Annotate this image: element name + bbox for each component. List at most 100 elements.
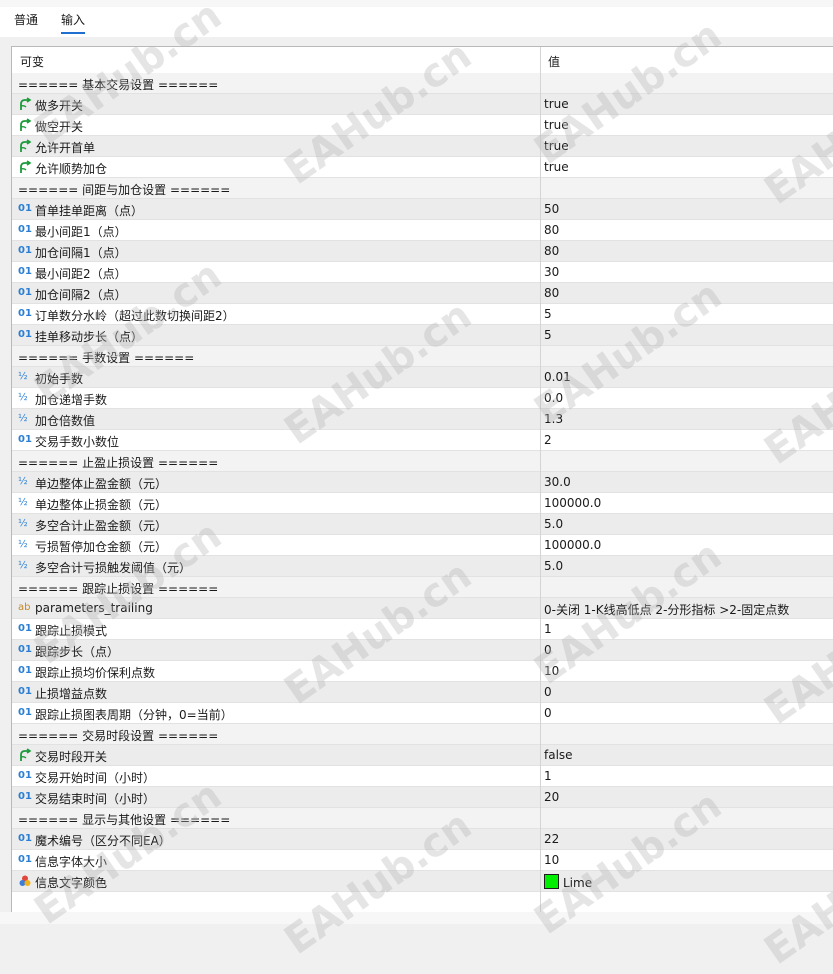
row-value[interactable]: 10 bbox=[544, 853, 559, 867]
table-row[interactable]: 01 交易手数小数位 2 bbox=[12, 430, 833, 451]
row-variable-name: 跟踪止损图表周期（分钟，0=当前） bbox=[35, 708, 233, 722]
row-variable-name: ====== 交易时段设置 ====== bbox=[18, 729, 219, 743]
table-row[interactable]: ½ 单边整体止损金额（元） 100000.0 bbox=[12, 493, 833, 514]
row-value[interactable]: 0 bbox=[544, 685, 552, 699]
table-row[interactable]: ½ 加仓倍数值 1.3 bbox=[12, 409, 833, 430]
decimal-icon: ½ bbox=[18, 539, 28, 550]
table-row[interactable]: ab parameters_trailing 0-关闭 1-K线高低点 2-分形指标… bbox=[12, 598, 833, 619]
table-header: 可变 值 bbox=[12, 47, 833, 74]
row-value[interactable]: 5 bbox=[544, 307, 552, 321]
table-row[interactable]: 01 加仓间隔1（点） 80 bbox=[12, 241, 833, 262]
table-row[interactable]: 01 挂单移动步长（点） 5 bbox=[12, 325, 833, 346]
table-row[interactable]: 01 止损增益点数 0 bbox=[12, 682, 833, 703]
row-value[interactable]: 50 bbox=[544, 202, 559, 216]
table-row[interactable]: ½ 多空合计亏损触发阈值（元） 5.0 bbox=[12, 556, 833, 577]
row-value[interactable]: 5.0 bbox=[544, 559, 563, 573]
row-value[interactable]: 5 bbox=[544, 328, 552, 342]
table-row[interactable]: 01 最小间距2（点） 30 bbox=[12, 262, 833, 283]
column-header-value[interactable]: 值 bbox=[548, 53, 560, 70]
row-variable-name: 最小间距1（点） bbox=[35, 225, 127, 239]
table-row[interactable]: 做多开关 true bbox=[12, 94, 833, 115]
column-header-variable[interactable]: 可变 bbox=[20, 53, 44, 70]
row-value[interactable]: 1.3 bbox=[544, 412, 563, 426]
row-value[interactable]: 30 bbox=[544, 265, 559, 279]
row-value[interactable]: 80 bbox=[544, 244, 559, 258]
table-row[interactable]: 01 跟踪步长（点） 0 bbox=[12, 640, 833, 661]
table-row[interactable]: 01 首单挂单距离（点） 50 bbox=[12, 199, 833, 220]
table-row[interactable]: 01 交易开始时间（小时） 1 bbox=[12, 766, 833, 787]
section-separator-row[interactable]: ====== 交易时段设置 ====== bbox=[12, 724, 833, 745]
row-value[interactable]: 2 bbox=[544, 433, 552, 447]
integer-icon: 01 bbox=[18, 266, 32, 277]
row-value[interactable]: 1 bbox=[544, 622, 552, 636]
toggle-icon bbox=[18, 748, 32, 762]
row-value[interactable]: 1 bbox=[544, 769, 552, 783]
table-row[interactable]: 信息文字颜色 Lime bbox=[12, 871, 833, 892]
table-row[interactable]: 01 交易结束时间（小时） 20 bbox=[12, 787, 833, 808]
row-value[interactable]: 10 bbox=[544, 664, 559, 678]
section-separator-row[interactable]: ====== 止盈止损设置 ====== bbox=[12, 451, 833, 472]
table-row[interactable]: 01 跟踪止损均价保利点数 10 bbox=[12, 661, 833, 682]
section-separator-row[interactable]: ====== 基本交易设置 ====== bbox=[12, 73, 833, 94]
row-value[interactable]: 0 bbox=[544, 643, 552, 657]
column-divider[interactable] bbox=[540, 47, 541, 913]
row-value[interactable]: 80 bbox=[544, 286, 559, 300]
integer-icon: 01 bbox=[18, 623, 32, 634]
color-palette-icon bbox=[18, 874, 32, 888]
table-row[interactable]: 01 最小间距1（点） 80 bbox=[12, 220, 833, 241]
row-variable-name: 信息文字颜色 bbox=[35, 876, 108, 890]
section-separator-row[interactable]: ====== 跟踪止损设置 ====== bbox=[12, 577, 833, 598]
table-row[interactable]: 交易时段开关 false bbox=[12, 745, 833, 766]
row-value[interactable]: true bbox=[544, 118, 569, 132]
table-row[interactable]: ½ 亏损暂停加仓金额（元） 100000.0 bbox=[12, 535, 833, 556]
color-swatch[interactable] bbox=[544, 874, 559, 889]
row-variable-name: 多空合计亏损触发阈值（元） bbox=[35, 561, 192, 575]
row-value[interactable]: 30.0 bbox=[544, 475, 571, 489]
row-variable-name: ====== 止盈止损设置 ====== bbox=[18, 456, 219, 470]
decimal-icon: ½ bbox=[18, 371, 28, 382]
row-variable-name: 交易开始时间（小时） bbox=[35, 771, 156, 785]
table-row[interactable]: 允许开首单 true bbox=[12, 136, 833, 157]
table-row[interactable]: 01 加仓间隔2（点） 80 bbox=[12, 283, 833, 304]
table-row[interactable]: 01 信息字体大小 10 bbox=[12, 850, 833, 871]
row-value[interactable]: true bbox=[544, 139, 569, 153]
table-row[interactable]: 01 跟踪止损图表周期（分钟，0=当前） 0 bbox=[12, 703, 833, 724]
row-variable-name: 跟踪止损模式 bbox=[35, 624, 108, 638]
table-row[interactable]: ½ 初始手数 0.01 bbox=[12, 367, 833, 388]
row-value[interactable]: 20 bbox=[544, 790, 559, 804]
row-variable-name: 做多开关 bbox=[35, 99, 84, 113]
table-row[interactable]: 允许顺势加仓 true bbox=[12, 157, 833, 178]
row-value[interactable]: Lime bbox=[544, 874, 592, 890]
table-row[interactable]: 01 订单数分水岭（超过此数切换间距2） 5 bbox=[12, 304, 833, 325]
row-value[interactable]: 0-关闭 1-K线高低点 2-分形指标 >2-固定点数 bbox=[544, 601, 789, 618]
section-separator-row[interactable]: ====== 手数设置 ====== bbox=[12, 346, 833, 367]
row-value[interactable]: 22 bbox=[544, 832, 559, 846]
row-variable-name: ====== 间距与加仓设置 ====== bbox=[18, 183, 231, 197]
row-value[interactable]: 0.0 bbox=[544, 391, 563, 405]
table-row[interactable]: ½ 加仓递增手数 0.0 bbox=[12, 388, 833, 409]
row-value[interactable]: 5.0 bbox=[544, 517, 563, 531]
row-value[interactable]: false bbox=[544, 748, 573, 762]
row-value[interactable]: 0 bbox=[544, 706, 552, 720]
table-row[interactable]: ½ 多空合计止盈金额（元） 5.0 bbox=[12, 514, 833, 535]
row-value[interactable]: 100000.0 bbox=[544, 496, 601, 510]
row-value[interactable]: 100000.0 bbox=[544, 538, 601, 552]
row-variable-name: ====== 显示与其他设置 ====== bbox=[18, 813, 231, 827]
table-row[interactable]: ½ 单边整体止盈金额（元） 30.0 bbox=[12, 472, 833, 493]
row-value[interactable]: 0.01 bbox=[544, 370, 571, 384]
row-variable-name: 允许顺势加仓 bbox=[35, 162, 108, 176]
section-separator-row[interactable]: ====== 显示与其他设置 ====== bbox=[12, 808, 833, 829]
table-row[interactable]: 01 魔术编号（区分不同EA） 22 bbox=[12, 829, 833, 850]
row-value[interactable]: 80 bbox=[544, 223, 559, 237]
tab-common[interactable]: 普通 bbox=[14, 11, 38, 28]
table-row[interactable]: 01 跟踪止损模式 1 bbox=[12, 619, 833, 640]
table-row[interactable]: 做空开关 true bbox=[12, 115, 833, 136]
section-separator-row[interactable]: ====== 间距与加仓设置 ====== bbox=[12, 178, 833, 199]
row-variable-name: 交易结束时间（小时） bbox=[35, 792, 156, 806]
tab-inputs[interactable]: 输入 bbox=[61, 11, 85, 28]
integer-icon: 01 bbox=[18, 770, 32, 781]
toggle-icon bbox=[18, 118, 32, 132]
toggle-icon bbox=[18, 139, 32, 153]
row-value[interactable]: true bbox=[544, 97, 569, 111]
row-value[interactable]: true bbox=[544, 160, 569, 174]
